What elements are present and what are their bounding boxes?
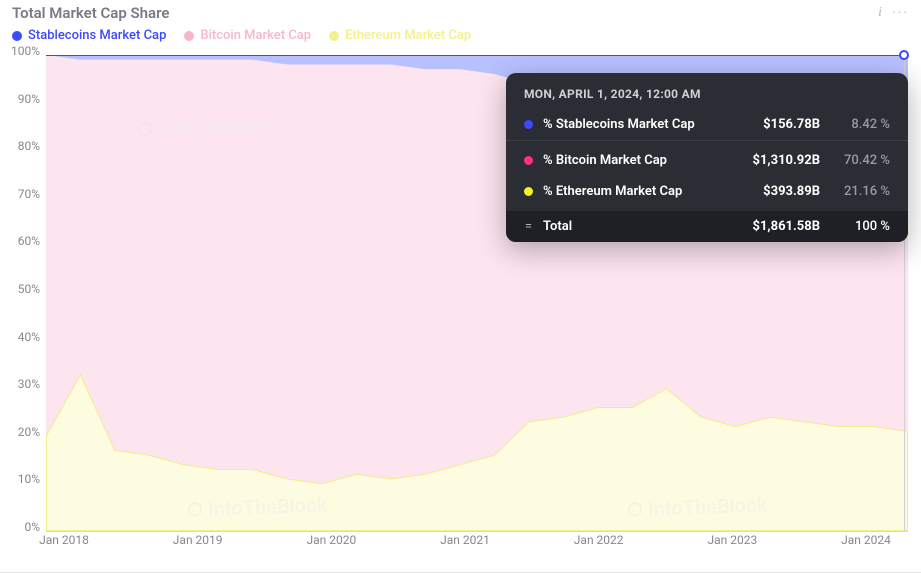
y-axis: 100%90%80%70%60%50%40%30%20%10%0%: [0, 51, 46, 531]
tooltip-series-value: $1,310.92B: [728, 153, 820, 168]
legend-label: Stablecoins Market Cap: [28, 28, 166, 43]
dot-icon: [524, 156, 533, 165]
legend-dot-icon: [329, 31, 339, 41]
tooltip-series-pct: 21.16 %: [830, 184, 890, 199]
y-tick: 90%: [18, 92, 40, 106]
hover-dot-icon: [899, 50, 909, 60]
y-tick: 30%: [18, 377, 40, 391]
grid-line: [46, 531, 908, 532]
chart-container: Total Market Cap Share i ··· Stablecoins…: [0, 0, 921, 573]
tooltip-series-pct: 8.42 %: [830, 117, 890, 132]
y-tick: 0%: [24, 520, 40, 534]
tooltip: MON, APRIL 1, 2024, 12:00 AM % Stablecoi…: [506, 73, 908, 242]
y-tick: 50%: [18, 282, 40, 296]
tooltip-row-total: = Total $1,861.58B 100 %: [506, 211, 908, 242]
legend-item-stablecoins[interactable]: Stablecoins Market Cap: [12, 28, 166, 43]
legend-dot-icon: [12, 31, 22, 41]
header-actions: i ···: [878, 5, 909, 21]
dot-icon: [524, 187, 533, 196]
tooltip-date: MON, APRIL 1, 2024, 12:00 AM: [506, 73, 908, 109]
x-tick: Jan 2018: [39, 533, 89, 547]
y-tick: 60%: [18, 234, 40, 248]
dot-icon: [524, 120, 533, 129]
x-tick: Jan 2020: [306, 533, 356, 547]
tooltip-total-pct: 100 %: [830, 219, 890, 234]
equals-icon: =: [524, 219, 533, 234]
tooltip-series-pct: 70.42 %: [830, 153, 890, 168]
legend-item-ethereum[interactable]: Ethereum Market Cap: [329, 28, 471, 43]
x-tick: Jan 2019: [173, 533, 223, 547]
x-tick: Jan 2024: [841, 533, 891, 547]
y-tick: 100%: [11, 44, 40, 58]
chart-title: Total Market Cap Share: [12, 4, 169, 22]
legend-label: Bitcoin Market Cap: [200, 28, 311, 43]
x-tick: Jan 2023: [707, 533, 757, 547]
y-tick: 80%: [18, 139, 40, 153]
x-axis: Jan 2018Jan 2019Jan 2020Jan 2021Jan 2022…: [46, 533, 908, 555]
tooltip-series-name: % Ethereum Market Cap: [543, 184, 718, 199]
tooltip-series-name: % Bitcoin Market Cap: [543, 153, 718, 168]
tooltip-total-value: $1,861.58B: [728, 219, 820, 234]
tooltip-row-stablecoins: % Stablecoins Market Cap $156.78B 8.42 %: [506, 109, 908, 140]
tooltip-series-value: $156.78B: [728, 117, 820, 132]
x-tick: Jan 2022: [574, 533, 624, 547]
x-tick: Jan 2021: [440, 533, 490, 547]
chart-area[interactable]: 100%90%80%70%60%50%40%30%20%10%0% IntoTh…: [0, 51, 921, 555]
tooltip-row-ethereum: % Ethereum Market Cap $393.89B 21.16 %: [506, 176, 908, 211]
y-tick: 70%: [18, 187, 40, 201]
y-tick: 40%: [18, 330, 40, 344]
y-tick: 20%: [18, 425, 40, 439]
header: Total Market Cap Share i ···: [0, 0, 921, 24]
more-icon[interactable]: ···: [892, 5, 909, 21]
tooltip-series-value: $393.89B: [728, 184, 820, 199]
tooltip-total-name: Total: [543, 219, 718, 234]
y-tick: 10%: [18, 472, 40, 486]
info-icon[interactable]: i: [878, 5, 882, 21]
plot[interactable]: IntoTheBlock IntoTheBlock IntoTheBlock I…: [46, 55, 908, 531]
tooltip-series-name: % Stablecoins Market Cap: [543, 117, 718, 132]
legend-item-bitcoin[interactable]: Bitcoin Market Cap: [184, 28, 311, 43]
legend-dot-icon: [184, 31, 194, 41]
legend: Stablecoins Market Cap Bitcoin Market Ca…: [0, 24, 921, 51]
tooltip-row-bitcoin: % Bitcoin Market Cap $1,310.92B 70.42 %: [506, 140, 908, 176]
legend-label: Ethereum Market Cap: [345, 28, 471, 43]
